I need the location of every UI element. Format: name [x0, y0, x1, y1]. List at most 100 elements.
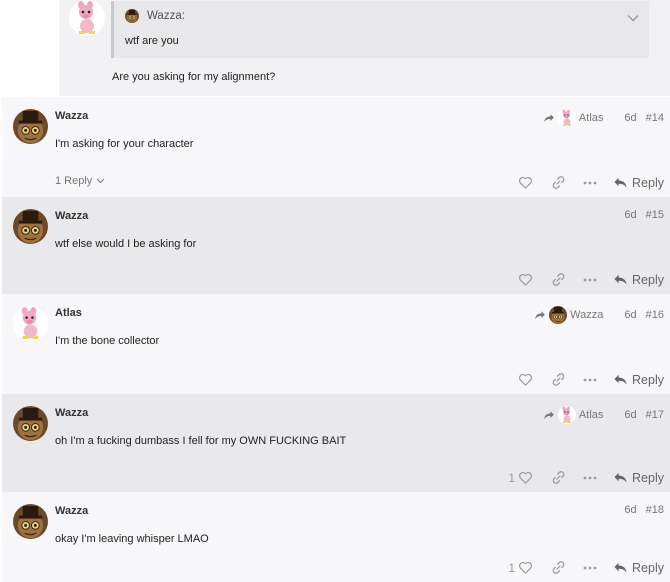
post-date[interactable]: 6d [624, 504, 636, 516]
post-number[interactable]: #16 [646, 309, 664, 321]
post-text: okay I'm leaving whisper LMAO [55, 533, 209, 545]
reply-to-username: Atlas [578, 409, 604, 421]
link-icon[interactable] [551, 470, 566, 485]
post-meta: Atlas 6d #14 [543, 109, 664, 127]
reply-label: Reply [632, 175, 664, 190]
post-actions: Reply [518, 175, 664, 190]
reply-button[interactable]: Reply [613, 272, 664, 287]
reply-to-username: Atlas [578, 112, 604, 124]
link-icon[interactable] [551, 372, 566, 387]
reply-label: Reply [632, 560, 664, 575]
link-icon[interactable] [551, 272, 566, 287]
wazza-avatar-icon [13, 504, 48, 539]
post-actions: 1 Reply [508, 560, 664, 575]
post-meta: Atlas 6d #17 [543, 406, 664, 424]
post-text: oh I'm a fucking dumbass I fell for my O… [55, 435, 347, 447]
show-replies-button[interactable]: 1 Reply [55, 175, 105, 187]
chevron-down-icon [96, 178, 105, 184]
avatar [558, 406, 576, 424]
post-actions: 1 Reply [508, 470, 664, 485]
reply-label: Reply [632, 470, 664, 485]
reply-arrow-icon [613, 470, 628, 485]
reply-to-arrow-icon [534, 309, 546, 321]
wazza-avatar-icon [13, 109, 48, 144]
post-meta: Wazza 6d #16 [534, 306, 664, 324]
ellipsis-icon[interactable] [583, 278, 597, 282]
post-meta: 6d #18 [624, 504, 664, 516]
post-number[interactable]: #14 [646, 112, 664, 124]
post-date[interactable]: 6d [624, 309, 636, 321]
post-date[interactable]: 6d [624, 409, 636, 421]
ellipsis-icon[interactable] [583, 181, 597, 185]
post-number[interactable]: #18 [646, 504, 664, 516]
ellipsis-icon[interactable] [583, 566, 597, 570]
avatar[interactable] [13, 109, 48, 144]
quote-author: Wazza: [147, 10, 185, 22]
avatar[interactable] [13, 406, 48, 441]
reply-arrow-icon [613, 272, 628, 287]
post-number[interactable]: #15 [646, 209, 664, 221]
reply-arrow-icon [613, 175, 628, 190]
heart-icon[interactable] [518, 272, 533, 287]
atlas-avatar-icon [13, 306, 48, 341]
reply-to-link[interactable]: Atlas [543, 109, 603, 127]
username[interactable]: Wazza [55, 210, 88, 222]
quote-header: Wazza: [125, 9, 185, 23]
wazza-avatar-icon [13, 406, 48, 441]
post: Wazza wtf else would I be asking for 6d #15… [2, 197, 670, 294]
reply-to-link[interactable]: Atlas [543, 406, 603, 424]
post-date[interactable]: 6d [624, 209, 636, 221]
wazza-avatar-icon [13, 209, 48, 244]
username[interactable]: Atlas [55, 307, 82, 319]
reply-to-arrow-icon [543, 409, 555, 421]
post: Wazza okay I'm leaving whisper LMAO 6d #18 1… [2, 492, 670, 582]
ellipsis-icon[interactable] [583, 476, 597, 480]
heart-icon[interactable] [518, 372, 533, 387]
heart-icon[interactable] [518, 560, 533, 575]
heart-icon[interactable] [518, 470, 533, 485]
quote-text: wtf are you [125, 35, 179, 47]
username[interactable]: Wazza [55, 407, 88, 419]
post-text: wtf else would I be asking for [55, 238, 197, 250]
ellipsis-icon[interactable] [583, 378, 597, 382]
reply-button[interactable]: Reply [613, 372, 664, 387]
replies-count: 1 Reply [55, 175, 93, 187]
quote-block: Wazza: wtf are you [111, 1, 649, 58]
post-actions: Reply [518, 272, 664, 287]
like-count[interactable]: 1 [508, 471, 515, 485]
like-count[interactable]: 1 [508, 561, 515, 575]
avatar [125, 9, 139, 23]
post-number[interactable]: #17 [646, 409, 664, 421]
post-text: I'm the bone collector [55, 335, 160, 347]
post-actions: Reply [518, 372, 664, 387]
avatar [549, 306, 567, 324]
chevron-down-icon[interactable] [627, 10, 639, 25]
avatar[interactable] [13, 306, 48, 341]
post-date[interactable]: 6d [624, 112, 636, 124]
avatar[interactable] [13, 209, 48, 244]
reply-label: Reply [632, 272, 664, 287]
username[interactable]: Wazza [55, 110, 88, 122]
heart-icon[interactable] [518, 175, 533, 190]
atlas-avatar-icon [69, 0, 105, 36]
expanded-reply-context: Wazza: wtf are you Are you asking for my… [59, 0, 670, 96]
reply-arrow-icon [613, 560, 628, 575]
post-text: I'm asking for your character [55, 138, 194, 150]
post-text: Are you asking for my alignment? [112, 71, 276, 83]
reply-label: Reply [632, 372, 664, 387]
post: Wazza I'm asking for your character Atlas 6… [2, 97, 670, 197]
reply-arrow-icon [613, 372, 628, 387]
post-meta: 6d #15 [624, 209, 664, 221]
reply-button[interactable]: Reply [613, 560, 664, 575]
link-icon[interactable] [551, 560, 566, 575]
reply-button[interactable]: Reply [613, 470, 664, 485]
reply-to-username: Wazza [570, 309, 604, 321]
avatar[interactable] [13, 504, 48, 539]
avatar[interactable] [69, 0, 105, 36]
wazza-avatar-icon [125, 9, 139, 23]
reply-button[interactable]: Reply [613, 175, 664, 190]
link-icon[interactable] [551, 175, 566, 190]
username[interactable]: Wazza [55, 505, 88, 517]
reply-to-link[interactable]: Wazza [534, 306, 603, 324]
post: Wazza oh I'm a fucking dumbass I fell for… [2, 394, 670, 492]
